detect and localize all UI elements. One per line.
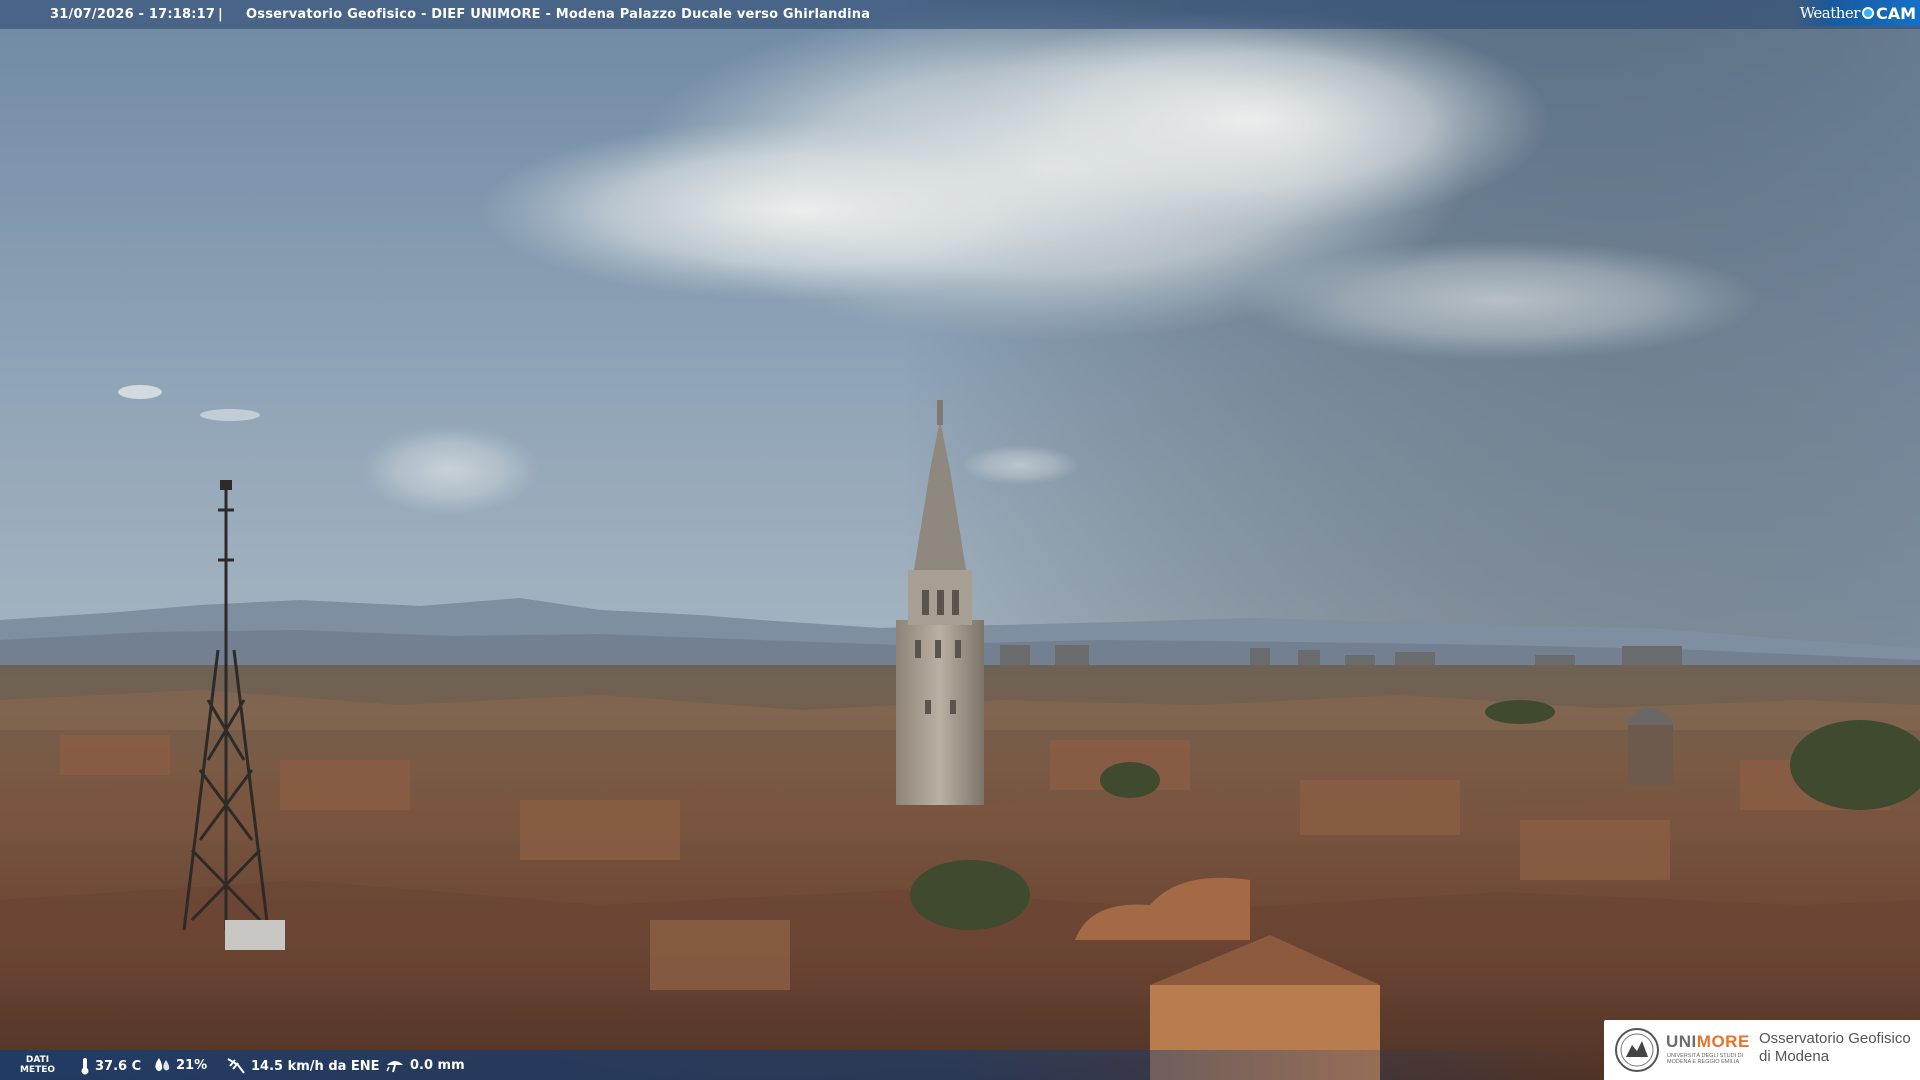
- weather-label: DATI METEO: [20, 1055, 56, 1075]
- humidity-reading: 21%: [153, 1057, 207, 1073]
- caption-bar: 31/07/2026 - 17:18:17 | Osservatorio Geo…: [0, 0, 1920, 29]
- thermometer-icon: [81, 1058, 89, 1075]
- rain-icon: [386, 1061, 403, 1073]
- wind-reading: 14.5 km/h da ENE: [226, 1057, 380, 1075]
- unimore-seal-icon: [1615, 1028, 1659, 1072]
- brand-weather: Weather: [1799, 4, 1861, 22]
- wind-icon: [227, 1058, 245, 1074]
- wind-value: 14.5 km/h da ENE: [251, 1058, 380, 1074]
- unimore-logo-panel: UNIMORE UNIVERSITÀ DEGLI STUDI DI MODENA…: [1604, 1020, 1920, 1080]
- unimore-wordmark: UNIMORE: [1666, 1032, 1750, 1051]
- humidity-value: 21%: [176, 1057, 208, 1073]
- brand-cam: CAM: [1875, 3, 1916, 23]
- unimore-subtitle: UNIVERSITÀ DEGLI STUDI DI MODENA E REGGI…: [1667, 1053, 1744, 1065]
- weather-data-bar: DATI METEO 37.6 C 21% 14.5 km/h da ENE 0…: [0, 1050, 1600, 1080]
- rain-reading: 0.0 mm: [385, 1057, 465, 1073]
- temperature-value: 37.6 C: [95, 1058, 142, 1074]
- webcam-image: [0, 0, 1920, 1080]
- timestamp: 31/07/2026 - 17:18:17: [50, 7, 216, 22]
- humidity-icon: [155, 1058, 170, 1071]
- observatory-name: Osservatorio Geofisico di Modena: [1759, 1030, 1911, 1065]
- camera-caption: Osservatorio Geofisico - DIEF UNIMORE - …: [246, 7, 871, 22]
- temperature-reading: 37.6 C: [80, 1057, 141, 1075]
- rain-value: 0.0 mm: [410, 1057, 465, 1073]
- weathercam-logo: Weather CAM: [1791, 0, 1920, 26]
- separator: |: [218, 7, 223, 22]
- brand-dot-icon: [1861, 7, 1874, 19]
